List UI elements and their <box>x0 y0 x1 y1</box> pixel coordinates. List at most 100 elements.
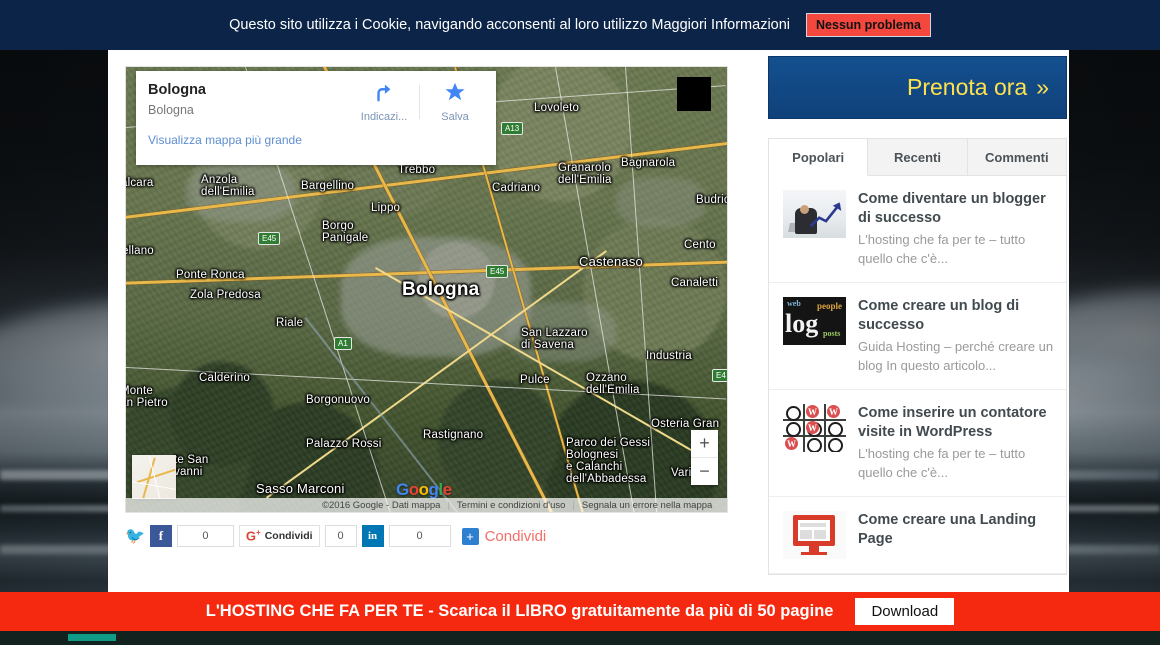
map-label: Lippo <box>371 202 401 214</box>
map-label: Cento <box>684 239 716 251</box>
map-label: San Lazzaro di Savena <box>521 327 588 351</box>
main-content: A13 E45 E45 A1 E4 Lovoleto Granarolo dell'Emi… <box>125 66 728 547</box>
google-plus-icon: G+ <box>245 528 261 544</box>
twitter-bird-icon[interactable]: 🐦 <box>125 526 145 546</box>
map-label: Lovoleto <box>534 102 580 114</box>
map-attribution-bar: ©2016 Google - Dati mappa | Termini e co… <box>126 498 727 512</box>
google-logo: Google <box>396 480 452 499</box>
map-card-title: Bologna <box>148 82 206 98</box>
map-zoom-in-button[interactable]: + <box>691 430 718 458</box>
map-label: Granarolo dell'Emilia <box>558 162 612 186</box>
facebook-share-count: 0 <box>176 525 234 547</box>
map-label: Osteria Gran <box>651 418 720 430</box>
map-fullscreen-control[interactable] <box>677 77 711 111</box>
view-larger-map-link[interactable]: Visualizza mappa più grande <box>136 123 496 147</box>
map-card-divider <box>419 85 420 119</box>
map-label: Zola Predosa <box>190 289 261 301</box>
map-label: Budrio <box>696 194 728 206</box>
post-text: Come inserire un contatore visite in Wor… <box>858 404 1054 482</box>
cookie-accept-button[interactable]: Nessun problema <box>806 12 931 38</box>
map-zoom-out-button[interactable]: − <box>691 458 718 485</box>
cookie-consent-bar: Questo sito utilizza i Cookie, navigando… <box>0 0 1160 50</box>
map-label: Trebbo <box>398 164 436 176</box>
map-report-link[interactable]: Segnala un errore nella mappa <box>582 500 712 511</box>
map-label: Cadriano <box>492 182 541 194</box>
sidebar: Prenota ora » Popolari Recenti Commenti Co… <box>768 56 1069 575</box>
post-title[interactable]: Come diventare un blogger di successo <box>858 190 1054 228</box>
map-road-shield: E45 <box>258 232 281 245</box>
map-type-thumbnail-toggle[interactable] <box>132 455 176 499</box>
linkedin-share-count: 0 <box>388 525 451 547</box>
map-label: Castenaso <box>579 254 643 269</box>
map-save-button[interactable]: Salva <box>422 81 488 123</box>
map-info-card: Bologna Bologna Indicazi... Salva Visual… <box>136 71 496 165</box>
facebook-share-button[interactable]: f <box>149 525 172 547</box>
tab-recenti[interactable]: Recenti <box>868 139 968 175</box>
red-monitor-landing-page-thumbnail <box>783 511 846 559</box>
post-excerpt: Guida Hosting – perché creare un blog In… <box>858 339 1054 373</box>
post-list-item[interactable]: log people web posts Come creare un blog di … <box>769 283 1066 390</box>
tab-commenti[interactable]: Commenti <box>967 139 1066 175</box>
map-road-shield: E45 <box>486 265 509 278</box>
google-map[interactable]: A13 E45 E45 A1 E4 Lovoleto Granarolo dell'Emi… <box>125 66 728 513</box>
post-title[interactable]: Come inserire un contatore visite in Wor… <box>858 404 1054 442</box>
map-label: Rastignano <box>423 429 484 441</box>
browser-scrollbar-strip[interactable] <box>0 631 1160 645</box>
post-list-item[interactable]: W W W W Come inserire un contatore visite in… <box>769 390 1066 497</box>
prenota-label: Prenota ora <box>907 74 1028 100</box>
map-label: Bologna <box>402 279 480 300</box>
map-label: Borgonuovo <box>306 394 371 406</box>
post-list-item[interactable]: Come creare una Landing Page <box>769 497 1066 574</box>
map-road-shield: A13 <box>501 122 524 135</box>
post-title[interactable]: Come creare una Landing Page <box>858 511 1054 549</box>
addthis-plus-icon: + <box>461 527 479 545</box>
wordpress-tictactoe-thumbnail: WWWW <box>783 404 846 452</box>
addthis-share-button[interactable]: + Condividi <box>461 527 546 545</box>
map-label: Bagnarola <box>621 157 676 169</box>
map-label: Pulce <box>520 374 550 386</box>
post-excerpt: L'hosting che fa per te – tutto quello c… <box>858 232 1026 266</box>
post-excerpt: L'hosting che fa per te – tutto quello c… <box>858 446 1026 480</box>
map-label: Riale <box>276 317 304 329</box>
map-label: ellano <box>125 245 154 257</box>
posts-tabs: Popolari Recenti Commenti <box>769 139 1066 176</box>
map-label: Ozzano dell'Emilia <box>586 372 640 396</box>
posts-widget: Popolari Recenti Commenti Come diventare u… <box>768 138 1067 575</box>
post-text: Come diventare un blogger di successo L'h… <box>858 190 1054 268</box>
map-label: Sasso Marconi <box>256 481 345 496</box>
attr-separator-2: | <box>572 499 575 511</box>
chevron-double-right-icon: » <box>1036 74 1049 100</box>
cookie-message: Questo sito utilizza i Cookie, navigando… <box>229 17 791 33</box>
prenota-ora-banner[interactable]: Prenota ora » <box>768 56 1067 119</box>
linkedin-share-button[interactable]: in <box>361 525 384 547</box>
map-zoom-controls[interactable]: + − <box>691 430 718 485</box>
google-plus-share-button[interactable]: G+ Condividi <box>238 525 320 547</box>
page-container: A13 E45 E45 A1 E4 Lovoleto Granarolo dell'Emi… <box>108 50 1069 602</box>
promo-text: L'HOSTING CHE FA PER TE - Scarica il LIB… <box>205 602 834 620</box>
attr-separator-1: | <box>447 499 450 511</box>
map-label: Industria <box>646 350 692 362</box>
businessman-growth-chart-thumbnail <box>783 190 846 238</box>
map-road-shield: E4 <box>712 369 727 382</box>
map-terms-link[interactable]: Termini e condizioni d'uso <box>457 500 565 511</box>
google-share-count: 0 <box>324 525 357 547</box>
map-directions-button[interactable]: Indicazi... <box>351 81 417 123</box>
star-icon <box>445 82 465 101</box>
post-title[interactable]: Come creare un blog di successo <box>858 297 1054 335</box>
blog-wordcloud-thumbnail: log people web posts <box>783 297 846 345</box>
promo-bar: L'HOSTING CHE FA PER TE - Scarica il LIB… <box>0 592 1160 631</box>
map-label: Ponte Ronca <box>176 269 245 281</box>
map-label: alcara <box>126 177 154 189</box>
map-road-shield: A1 <box>334 337 352 350</box>
posts-list: Come diventare un blogger di successo L'h… <box>769 176 1066 574</box>
promo-download-button[interactable]: Download <box>855 598 955 625</box>
map-label: te San vanni <box>174 454 209 478</box>
post-text: Come creare una Landing Page <box>858 511 1054 559</box>
directions-arrow-icon <box>377 84 391 102</box>
post-list-item[interactable]: Come diventare un blogger di successo L'h… <box>769 176 1066 283</box>
map-save-label: Salva <box>441 111 469 123</box>
map-label: Palazzo Rossi <box>306 438 382 450</box>
tab-popolari[interactable]: Popolari <box>769 139 869 176</box>
map-label: Canaletti <box>671 277 719 289</box>
scrollbar-thumb[interactable] <box>68 634 116 641</box>
